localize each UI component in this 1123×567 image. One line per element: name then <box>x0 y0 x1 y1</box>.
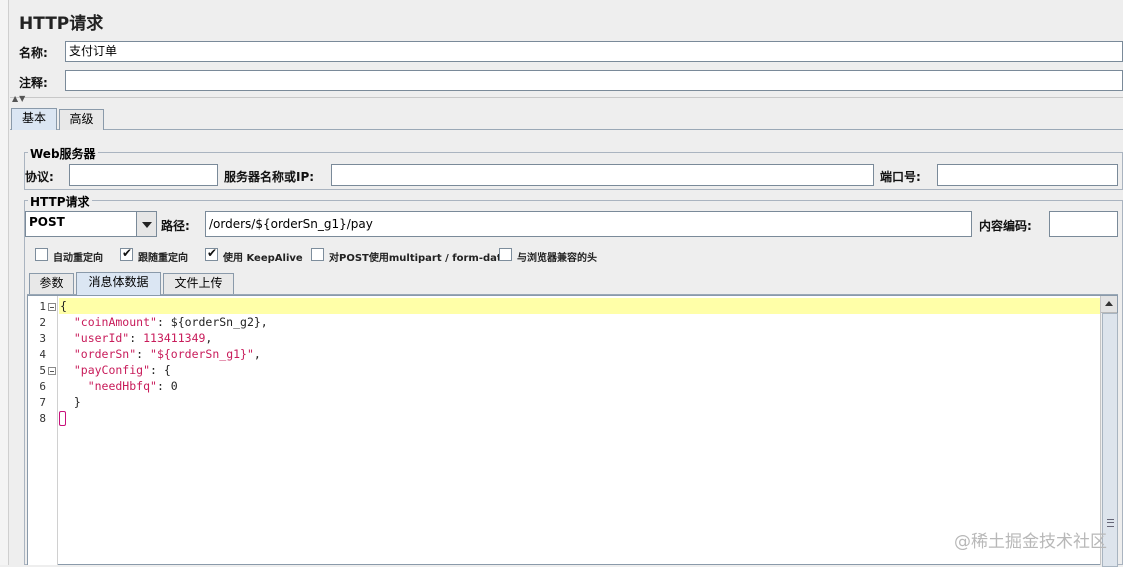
line-number: 8 <box>39 412 46 425</box>
follow-redirect-label: 跟随重定向 <box>138 253 188 264</box>
method-select[interactable]: POST <box>25 211 157 237</box>
chevron-down-icon[interactable] <box>136 212 156 236</box>
code-token: "coinAmount" <box>60 315 157 329</box>
comment-field[interactable] <box>65 70 1123 91</box>
code-token: , <box>253 347 261 361</box>
code-token: } <box>60 395 81 409</box>
code-token: { <box>60 299 67 313</box>
code-token: : <box>136 347 151 361</box>
code-token: : { <box>150 363 171 377</box>
method-value: POST <box>29 215 65 229</box>
fold-toggle-icon[interactable] <box>48 303 56 311</box>
fold-toggle-icon[interactable] <box>48 367 56 375</box>
tab-file-upload[interactable]: 文件上传 <box>163 273 234 294</box>
name-label: 名称: <box>19 46 48 60</box>
code-token: , <box>205 331 213 345</box>
grip-icon <box>1107 519 1114 527</box>
line-number: 6 <box>39 380 46 393</box>
port-field[interactable] <box>937 164 1118 186</box>
protocol-field[interactable] <box>69 164 218 186</box>
auto-redirect-label: 自动重定向 <box>53 253 103 264</box>
code-line: } <box>60 394 268 410</box>
tab-basic[interactable]: 基本 <box>11 108 57 130</box>
code-token: 113411349 <box>143 331 206 345</box>
line-number: 3 <box>39 332 46 345</box>
keepalive-checkbox[interactable] <box>205 246 218 261</box>
line-number: 7 <box>39 396 46 409</box>
code-line: "coinAmount": ${orderSn_g2}, <box>60 314 268 330</box>
name-field[interactable]: 支付订单 <box>65 41 1123 62</box>
splitter-arrows-icon[interactable]: ▲▼ <box>12 94 26 103</box>
comment-label: 注释: <box>19 76 48 90</box>
main-tab-underline <box>10 129 1123 130</box>
line-number: 2 <box>39 316 46 329</box>
protocol-label: 协议: <box>25 170 54 184</box>
browser-headers-checkbox[interactable] <box>499 248 512 261</box>
port-label: 端口号: <box>880 170 921 184</box>
left-border-strip <box>0 0 9 565</box>
tab-parameters[interactable]: 参数 <box>29 273 74 294</box>
multipart-label: 对POST使用multipart / form-data <box>329 253 509 264</box>
path-field[interactable]: /orders/${orderSn_g1}/pay <box>205 211 972 237</box>
editor-scrollbar[interactable] <box>1100 296 1118 567</box>
code-token: : ${orderSn_g2}, <box>156 315 268 329</box>
follow-redirect-checkbox[interactable] <box>120 246 133 261</box>
code-token: : 0 <box>156 379 178 393</box>
server-field[interactable] <box>331 164 874 186</box>
code-token: "${orderSn_g1}" <box>150 347 254 361</box>
line-number: 4 <box>39 348 46 361</box>
http-request-group-title: HTTP请求 <box>28 193 92 210</box>
panel-title: HTTP请求 <box>19 14 104 34</box>
splitter <box>10 97 1123 98</box>
code-line: "needHbfq": 0 <box>60 378 268 394</box>
code-line: "userId": 113411349, <box>60 330 268 346</box>
tab-advanced[interactable]: 高级 <box>59 109 104 130</box>
auto-redirect-checkbox[interactable] <box>35 248 48 261</box>
code-token: "orderSn" <box>60 347 137 361</box>
server-label: 服务器名称或IP: <box>224 170 315 184</box>
code-line: { <box>60 298 268 314</box>
code-token: "userId" <box>60 331 130 345</box>
code-line: "payConfig": { <box>60 362 268 378</box>
web-server-group-title: Web服务器 <box>28 145 98 162</box>
line-number: 5 <box>39 364 46 377</box>
code-line: "orderSn": "${orderSn_g1}", <box>60 346 268 362</box>
code-token: : <box>129 331 144 345</box>
code-token: "payConfig" <box>60 363 151 377</box>
text-caret <box>59 411 66 426</box>
encoding-label: 内容编码: <box>979 219 1032 233</box>
multipart-checkbox[interactable] <box>311 248 324 261</box>
scroll-up-icon[interactable] <box>1101 296 1117 313</box>
code-lines: { "coinAmount": ${orderSn_g2}, "userId":… <box>60 298 268 426</box>
watermark: @稀土掘金技术社区 <box>954 532 1107 552</box>
code-token: "needHbfq" <box>60 379 157 393</box>
encoding-field[interactable] <box>1049 211 1118 237</box>
keepalive-label: 使用 KeepAlive <box>223 253 303 264</box>
tab-body-data[interactable]: 消息体数据 <box>76 272 161 295</box>
line-number: 1 <box>39 300 46 313</box>
path-label: 路径: <box>161 219 190 233</box>
browser-headers-label: 与浏览器兼容的头 <box>517 253 597 264</box>
